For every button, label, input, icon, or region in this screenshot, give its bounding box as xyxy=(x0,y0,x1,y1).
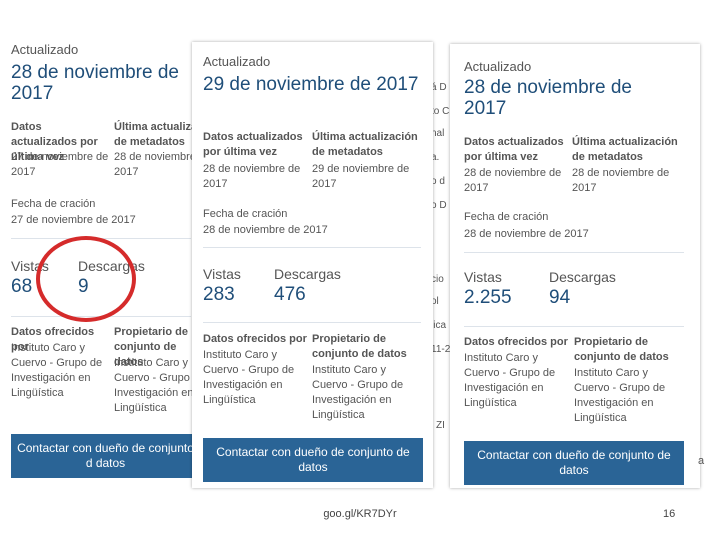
views-value: 68 xyxy=(11,276,33,297)
divider xyxy=(203,247,421,248)
data-updated-value: 28 de noviembre de 2017 xyxy=(203,163,301,190)
dataset-info-panel-middle: Actualizado 29 de noviembre de 2017 Dato… xyxy=(192,42,433,488)
views-label: Vistas xyxy=(203,266,241,282)
divider xyxy=(464,252,684,253)
created-label: Fecha de cración xyxy=(203,208,288,220)
updated-date: 28 de noviembre de 2017 xyxy=(11,62,179,104)
edge-fragment-icon: a xyxy=(698,455,705,467)
metadata-updated-value: 29 de noviembre de 2017 xyxy=(312,163,410,190)
views-label: Vistas xyxy=(464,269,502,285)
downloads-value: 476 xyxy=(274,284,306,305)
created-value: 27 de noviembre de 2017 xyxy=(11,214,136,226)
contact-owner-button[interactable]: Contactar con dueño de conjunto de datos xyxy=(203,438,423,482)
offered-by-label: Datos ofrecidos por xyxy=(203,333,307,345)
divider xyxy=(203,322,421,323)
strip-fragment: o D xyxy=(431,200,447,211)
strip-fragment: l ZI xyxy=(431,420,445,431)
created-value: 28 de noviembre de 2017 xyxy=(203,224,328,236)
metadata-updated-value: 28 de noviembre de 2017 xyxy=(572,167,670,194)
data-updated-label: Datos actualizados por última vez xyxy=(203,131,303,158)
data-updated-label: Datos actualizados por última vez xyxy=(464,136,564,163)
updated-label: Actualizado xyxy=(11,42,79,57)
footer-link[interactable]: goo.gl/KR7DYr xyxy=(0,508,720,520)
contact-owner-button[interactable]: Contactar con dueño de conjunto de datos xyxy=(464,441,684,485)
updated-label: Actualizado xyxy=(203,54,271,69)
data-updated-value: 28 de noviembre de 2017 xyxy=(464,167,562,194)
offered-by-value: Instituto Caro y Cuervo - Grupo de Inves… xyxy=(11,342,103,399)
highlight-circle xyxy=(36,236,136,322)
owner-label: Propietario de conjunto de datos xyxy=(574,336,669,363)
divider xyxy=(464,326,684,327)
data-updated-value: 27 de noviembre de 2017 xyxy=(11,151,109,178)
downloads-label: Descargas xyxy=(549,269,616,285)
owner-value: Instituto Caro y Cuervo - Grupo de Inves… xyxy=(312,364,404,421)
strip-fragment: nal xyxy=(431,128,445,139)
downloads-value: 94 xyxy=(549,287,571,308)
strip-fragment: to C xyxy=(431,106,450,117)
contact-owner-button[interactable]: Contactar con dueño de conjunto d datos xyxy=(11,434,200,478)
page-number: 16 xyxy=(663,508,676,520)
strip-fragment: 11-2 xyxy=(431,344,450,355)
metadata-updated-label: Última actualizac de metadatos xyxy=(114,121,200,148)
owner-value: Instituto Caro y Cuervo - Grupo de Inves… xyxy=(574,367,666,424)
downloads-label: Descargas xyxy=(274,266,341,282)
strip-fragment: lica xyxy=(431,320,447,331)
metadata-updated-value: 28 de noviembre 2017 xyxy=(114,151,196,178)
views-value: 283 xyxy=(203,284,235,305)
metadata-updated-label: Última actualización de metadatos xyxy=(312,131,418,158)
dataset-info-panel-right: Actualizado 28 de noviembre de 2017 Dato… xyxy=(450,44,700,488)
offered-by-value: Instituto Caro y Cuervo - Grupo de Inves… xyxy=(464,352,556,409)
strip-fragment: o d xyxy=(431,176,445,187)
owner-value: Instituto Caro y Cuervo - Grupo d Invest… xyxy=(114,357,199,414)
created-label: Fecha de cración xyxy=(464,211,549,223)
created-value: 28 de noviembre de 2017 xyxy=(464,228,589,240)
views-value: 2.255 xyxy=(464,287,512,308)
owner-label: Propietario de conjunto de datos xyxy=(312,333,407,360)
updated-date: 28 de noviembre de 2017 xyxy=(464,77,632,119)
updated-date: 29 de noviembre de 2017 xyxy=(203,74,419,95)
created-label: Fecha de cración xyxy=(11,198,96,210)
offered-by-value: Instituto Caro y Cuervo - Grupo de Inves… xyxy=(203,349,295,406)
metadata-updated-label: Última actualización de metadatos xyxy=(572,136,678,163)
updated-label: Actualizado xyxy=(464,59,532,74)
offered-by-label: Datos ofrecidos por xyxy=(464,336,568,348)
strip-fragment: á D xyxy=(431,82,447,93)
